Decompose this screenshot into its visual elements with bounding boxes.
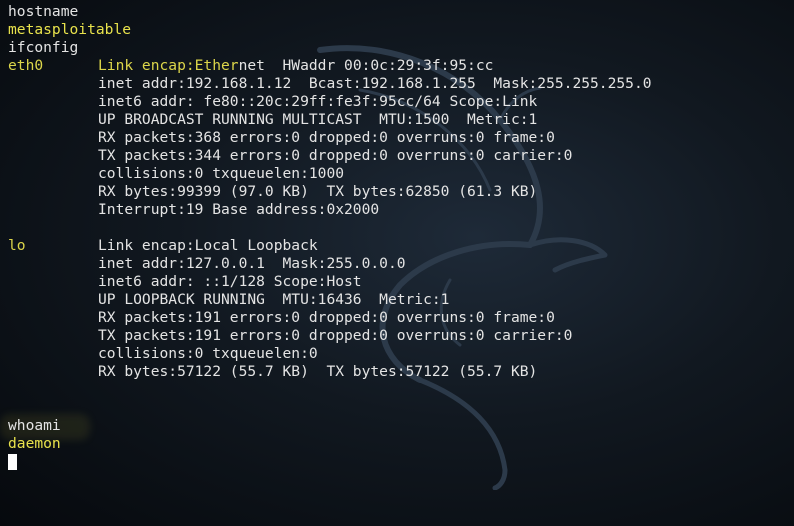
output-line: daemon [8, 435, 786, 453]
interface-header-eth0: eth0 Link encap:Ethernet HWaddr 00:0c:29… [8, 57, 786, 75]
flags-line: UP LOOPBACK RUNNING MTU:16436 Metric:1 [98, 291, 450, 308]
command-whoami: whoami [8, 417, 61, 434]
interface-detail-line: inet addr:192.168.1.12 Bcast:192.168.1.2… [8, 75, 786, 93]
command-line: whoami [8, 417, 786, 435]
command-line: ifconfig [8, 39, 786, 57]
command-ifconfig: ifconfig [8, 39, 79, 56]
interface-detail-line: TX packets:344 errors:0 dropped:0 overru… [8, 147, 786, 165]
interface-detail-line: inet addr:127.0.0.1 Mask:255.0.0.0 [8, 255, 786, 273]
whoami-output: daemon [8, 435, 61, 452]
interface-detail-line: TX packets:191 errors:0 dropped:0 overru… [8, 327, 786, 345]
link-encap-highlight: Link encap:Ether [98, 57, 239, 74]
interface-link-line: Link encap:Ethernet HWaddr 00:0c:29:3f:9… [98, 57, 493, 75]
interface-detail-line: inet6 addr: fe80::20c:29ff:fe3f:95cc/64 … [8, 93, 786, 111]
tx-packets-line: TX packets:344 errors:0 dropped:0 overru… [98, 147, 573, 164]
interface-detail-line: collisions:0 txqueuelen:0 [8, 345, 786, 363]
interface-detail-line: collisions:0 txqueuelen:1000 [8, 165, 786, 183]
interface-link-line: Link encap:Local Loopback [98, 237, 318, 254]
terminal-window[interactable]: hostname metasploitable ifconfig eth0 Li… [0, 0, 794, 526]
interface-detail-line: inet6 addr: ::1/128 Scope:Host [8, 273, 786, 291]
inet-addr-line: inet addr:192.168.1.12 Bcast:192.168.1.2… [98, 75, 652, 92]
interface-header-lo: lo Link encap:Local Loopback [8, 237, 786, 255]
output-line: metasploitable [8, 21, 786, 39]
command-hostname: hostname [8, 3, 79, 20]
terminal-output: hostname metasploitable ifconfig eth0 Li… [8, 3, 786, 526]
interface-detail-line: UP LOOPBACK RUNNING MTU:16436 Metric:1 [8, 291, 786, 309]
inet-addr-line: inet addr:127.0.0.1 Mask:255.0.0.0 [98, 255, 406, 272]
rx-packets-line: RX packets:191 errors:0 dropped:0 overru… [98, 309, 555, 326]
bytes-line: RX bytes:99399 (97.0 KB) TX bytes:62850 … [98, 183, 538, 200]
flags-line: UP BROADCAST RUNNING MULTICAST MTU:1500 … [98, 111, 538, 128]
link-encap-rest: net HWaddr 00:0c:29:3f:95:cc [238, 57, 494, 74]
interface-name: eth0 [8, 57, 44, 74]
hostname-output: metasploitable [8, 21, 132, 38]
interface-detail-line: RX packets:368 errors:0 dropped:0 overru… [8, 129, 786, 147]
interface-name: lo [8, 237, 26, 254]
interface-detail-line: RX bytes:99399 (97.0 KB) TX bytes:62850 … [8, 183, 786, 201]
interface-detail-line: UP BROADCAST RUNNING MULTICAST MTU:1500 … [8, 111, 786, 129]
rx-packets-line: RX packets:368 errors:0 dropped:0 overru… [98, 129, 555, 146]
prompt-line[interactable] [8, 453, 786, 471]
interface-detail-line: Interrupt:19 Base address:0x2000 [8, 201, 786, 219]
bytes-line: RX bytes:57122 (55.7 KB) TX bytes:57122 … [98, 363, 538, 380]
interface-detail-line: RX bytes:57122 (55.7 KB) TX bytes:57122 … [8, 363, 786, 381]
inet6-addr-line: inet6 addr: ::1/128 Scope:Host [98, 273, 362, 290]
collisions-line: collisions:0 txqueuelen:1000 [98, 165, 345, 182]
text-cursor[interactable] [8, 454, 17, 470]
interface-detail-line: RX packets:191 errors:0 dropped:0 overru… [8, 309, 786, 327]
command-line: hostname [8, 3, 786, 21]
interrupt-line: Interrupt:19 Base address:0x2000 [98, 201, 380, 218]
inet6-addr-line: inet6 addr: fe80::20c:29ff:fe3f:95cc/64 … [98, 93, 538, 110]
tx-packets-line: TX packets:191 errors:0 dropped:0 overru… [98, 327, 573, 344]
collisions-line: collisions:0 txqueuelen:0 [98, 345, 318, 362]
